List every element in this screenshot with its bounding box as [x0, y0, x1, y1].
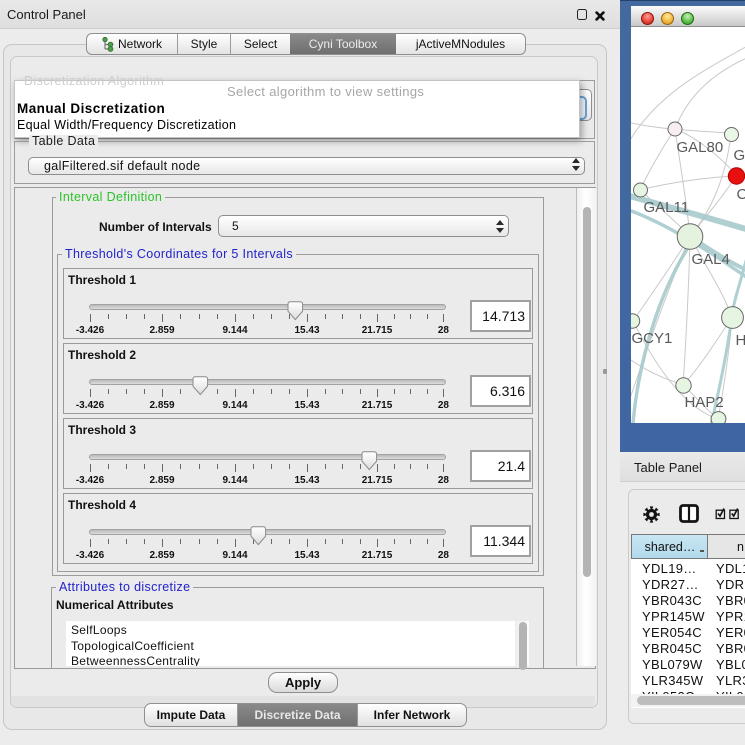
svg-text:HAP2: HAP2 [685, 394, 724, 411]
svg-text:H: H [736, 332, 745, 349]
svg-text:G.: G. [734, 147, 745, 164]
svg-text:GAL4: GAL4 [692, 251, 730, 268]
svg-text:GAL11: GAL11 [644, 199, 690, 216]
svg-text:GCY1: GCY1 [632, 330, 673, 347]
svg-text:C: C [737, 186, 745, 203]
svg-text:GAL80: GAL80 [677, 139, 724, 156]
